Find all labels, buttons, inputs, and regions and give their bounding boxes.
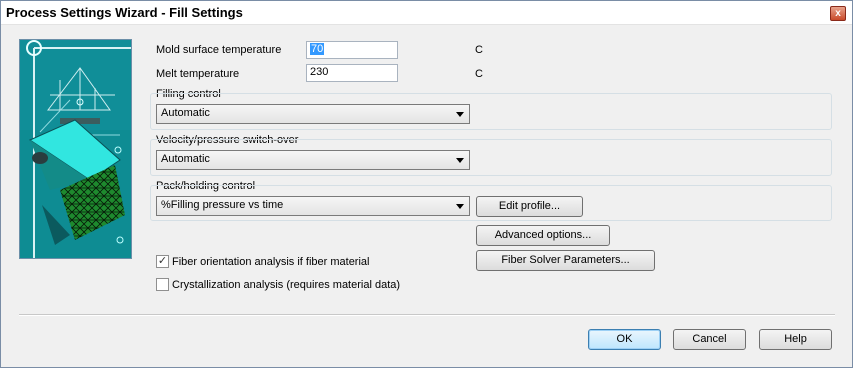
fiber-orientation-label: Fiber orientation analysis if fiber mate…	[172, 256, 370, 268]
footer-divider	[19, 314, 835, 316]
wizard-illustration	[19, 39, 132, 259]
ok-button[interactable]: OK	[588, 329, 661, 350]
crystallization-label: Crystallization analysis (requires mater…	[172, 279, 401, 291]
close-button[interactable]: x	[830, 6, 846, 21]
fiber-solver-parameters-button[interactable]: Fiber Solver Parameters...	[476, 250, 655, 271]
filling-control-select[interactable]: Automatic	[156, 104, 470, 124]
window-title: Process Settings Wizard - Fill Settings	[6, 5, 243, 20]
pack-control-select[interactable]: %Filling pressure vs time	[156, 196, 470, 216]
cancel-button[interactable]: Cancel	[673, 329, 746, 350]
chevron-down-icon	[456, 112, 464, 117]
advanced-options-button[interactable]: Advanced options...	[476, 225, 610, 246]
checkmark-icon: ✓	[157, 255, 168, 267]
fiber-orientation-checkbox[interactable]: ✓	[156, 255, 169, 268]
dialog-window: Process Settings Wizard - Fill Settings …	[0, 0, 853, 368]
help-button[interactable]: Help	[759, 329, 832, 350]
switch-over-select[interactable]: Automatic	[156, 150, 470, 170]
melt-temp-label: Melt temperature	[156, 68, 240, 80]
mold-temp-unit: C	[475, 44, 483, 56]
edit-profile-button[interactable]: Edit profile...	[476, 196, 583, 217]
close-icon: x	[835, 8, 841, 19]
title-bar[interactable]: Process Settings Wizard - Fill Settings …	[1, 1, 852, 25]
melt-temp-input[interactable]: 230	[306, 64, 398, 82]
mold-temp-label: Mold surface temperature	[156, 44, 282, 56]
mold-temp-input[interactable]: 70	[306, 41, 398, 59]
chevron-down-icon	[456, 158, 464, 163]
crystallization-checkbox[interactable]	[156, 278, 169, 291]
melt-temp-unit: C	[475, 68, 483, 80]
chevron-down-icon	[456, 204, 464, 209]
